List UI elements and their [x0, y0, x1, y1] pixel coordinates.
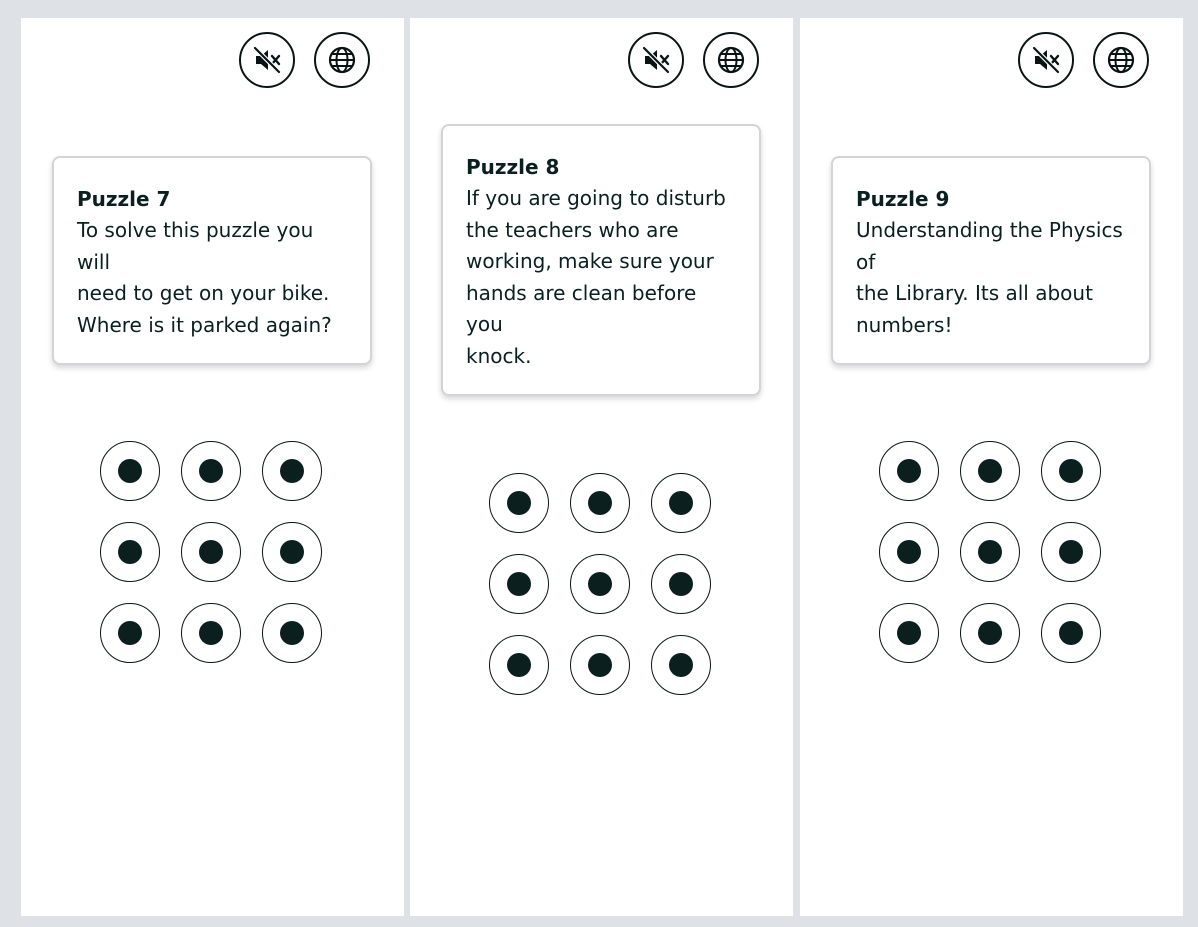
mute-button[interactable] — [239, 32, 295, 88]
puzzle-title: Puzzle 8 — [466, 155, 560, 179]
dot-button[interactable] — [651, 473, 711, 533]
speaker-muted-icon — [1031, 45, 1061, 75]
puzzle-description: Understanding the Physics of the Library… — [856, 218, 1123, 337]
dot-button[interactable] — [960, 522, 1020, 582]
dot-button[interactable] — [262, 522, 322, 582]
dot-grid — [100, 441, 322, 663]
globe-icon — [328, 46, 356, 74]
puzzle-card: Puzzle 7 To solve this puzzle you will n… — [52, 156, 372, 365]
dot-button[interactable] — [489, 473, 549, 533]
dot-button[interactable] — [1041, 522, 1101, 582]
dot-button[interactable] — [100, 441, 160, 501]
language-button[interactable] — [1093, 32, 1149, 88]
speaker-muted-icon — [252, 45, 282, 75]
language-button[interactable] — [314, 32, 370, 88]
mute-button[interactable] — [1018, 32, 1074, 88]
puzzle-description: To solve this puzzle you will need to ge… — [77, 218, 332, 337]
puzzle-panel-8: Puzzle 8 If you are going to disturb the… — [410, 18, 793, 916]
puzzle-title: Puzzle 9 — [856, 187, 950, 211]
dot-button[interactable] — [1041, 603, 1101, 663]
globe-icon — [717, 46, 745, 74]
dot-button[interactable] — [262, 441, 322, 501]
puzzle-card: Puzzle 8 If you are going to disturb the… — [441, 124, 761, 396]
dot-button[interactable] — [262, 603, 322, 663]
dot-button[interactable] — [100, 603, 160, 663]
dot-button[interactable] — [100, 522, 160, 582]
dot-button[interactable] — [1041, 441, 1101, 501]
dot-button[interactable] — [570, 635, 630, 695]
globe-icon — [1107, 46, 1135, 74]
dot-button[interactable] — [879, 603, 939, 663]
dot-button[interactable] — [879, 441, 939, 501]
dot-button[interactable] — [570, 554, 630, 614]
dot-button[interactable] — [651, 635, 711, 695]
mute-button[interactable] — [628, 32, 684, 88]
dot-button[interactable] — [960, 441, 1020, 501]
puzzle-title: Puzzle 7 — [77, 187, 171, 211]
dot-button[interactable] — [651, 554, 711, 614]
dot-button[interactable] — [489, 635, 549, 695]
dot-button[interactable] — [181, 441, 241, 501]
dot-button[interactable] — [570, 473, 630, 533]
language-button[interactable] — [703, 32, 759, 88]
dot-button[interactable] — [960, 603, 1020, 663]
dot-grid — [879, 441, 1101, 663]
puzzle-card: Puzzle 9 Understanding the Physics of th… — [831, 156, 1151, 365]
dot-button[interactable] — [879, 522, 939, 582]
dot-button[interactable] — [181, 522, 241, 582]
puzzle-panel-7: Puzzle 7 To solve this puzzle you will n… — [21, 18, 404, 916]
puzzle-panel-9: Puzzle 9 Understanding the Physics of th… — [800, 18, 1183, 916]
dot-button[interactable] — [181, 603, 241, 663]
speaker-muted-icon — [641, 45, 671, 75]
puzzle-description: If you are going to disturb the teachers… — [466, 186, 726, 368]
dot-grid — [489, 473, 711, 695]
dot-button[interactable] — [489, 554, 549, 614]
